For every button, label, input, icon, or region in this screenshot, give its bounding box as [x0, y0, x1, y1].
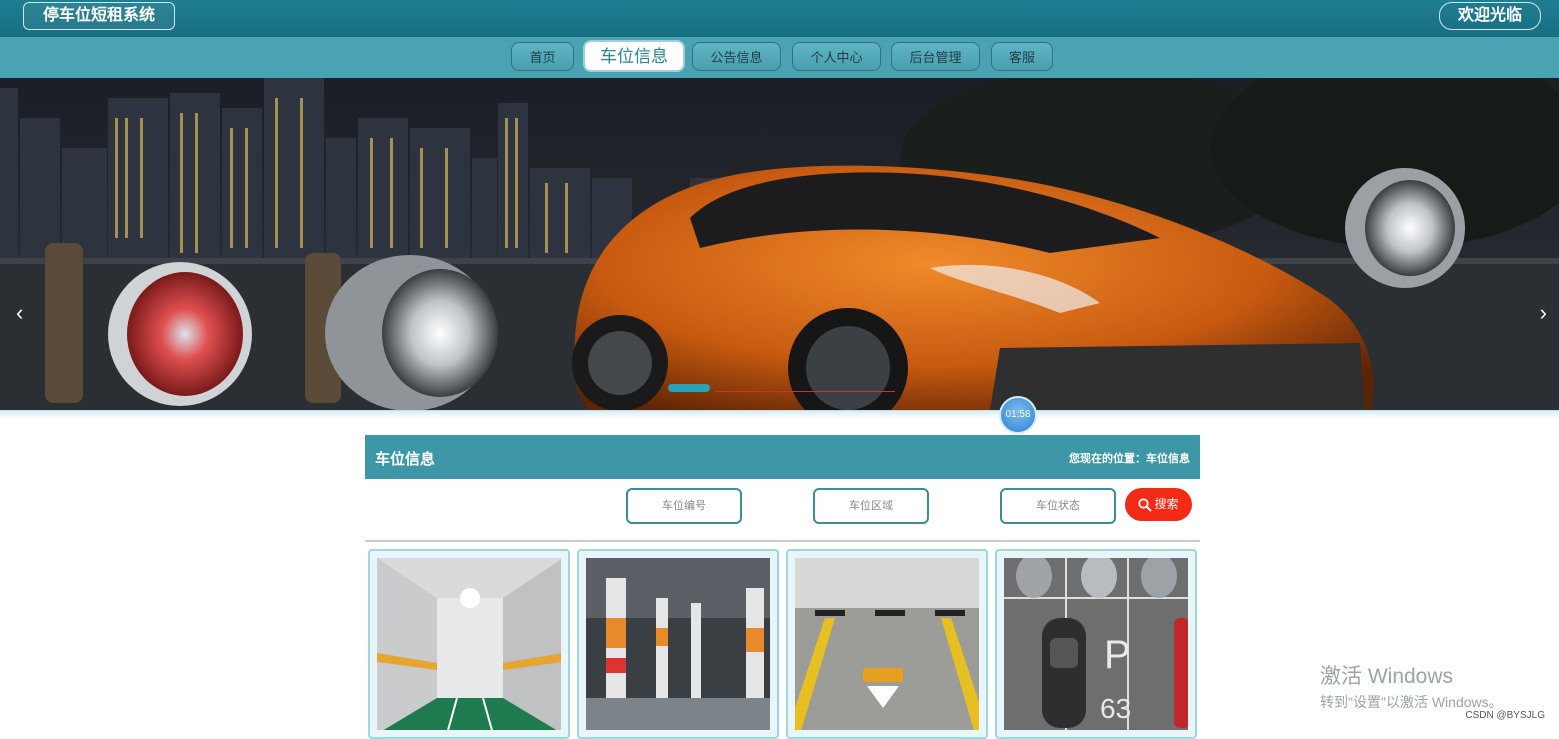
banner-image [0, 78, 1559, 410]
parking-lot-aerial-photo: P 63 [1004, 558, 1188, 730]
breadcrumb: 您现在的位置：车位信息 [1069, 453, 1190, 465]
timer-badge: 01:58 [999, 396, 1037, 434]
parking-card[interactable]: P 63 [995, 549, 1197, 739]
parking-corridor-photo [377, 558, 561, 730]
parking-garage-photo [586, 558, 770, 730]
area-input[interactable]: 车位区域 [813, 488, 929, 524]
banner-carousel[interactable]: ‹ › [0, 78, 1559, 410]
content-divider [365, 540, 1200, 542]
nav-customer-service[interactable]: 客服 [991, 42, 1053, 71]
svg-text:63: 63 [1100, 693, 1131, 724]
windows-activation-watermark: 激活 Windows 转到"设置"以激活 Windows。 [1320, 660, 1503, 712]
search-button-label: 搜索 [1154, 497, 1179, 511]
top-bar: 停车位短租系统 欢迎光临 [0, 0, 1559, 37]
nav-parking-info[interactable]: 车位信息 [583, 40, 685, 72]
banner-divider [0, 410, 1559, 419]
parking-card[interactable] [786, 549, 988, 739]
nav-admin[interactable]: 后台管理 [891, 42, 980, 71]
carousel-next-icon[interactable]: › [1540, 302, 1547, 324]
site-title[interactable]: 停车位短租系统 [23, 2, 175, 30]
csdn-credit: CSDN @BYSJLG [1465, 710, 1545, 721]
status-input[interactable]: 车位状态 [1000, 488, 1116, 524]
welcome-badge: 欢迎光临 [1439, 2, 1541, 30]
nav-home[interactable]: 首页 [511, 42, 574, 71]
carousel-prev-icon[interactable]: ‹ [16, 302, 23, 324]
watermark-title: 激活 Windows [1320, 665, 1454, 688]
nav-personal-center[interactable]: 个人中心 [792, 42, 881, 71]
svg-text:P: P [1104, 633, 1131, 677]
parking-bay-photo [795, 558, 979, 730]
watermark-subtitle: 转到"设置"以激活 Windows。 [1320, 694, 1503, 710]
section-header: 车位信息 您现在的位置：车位信息 [365, 435, 1200, 479]
main-nav: 首页 车位信息 公告信息 个人中心 后台管理 客服 [0, 37, 1559, 78]
search-icon [1138, 498, 1153, 512]
spot-number-input[interactable]: 车位编号 [626, 488, 742, 524]
nav-announcements[interactable]: 公告信息 [692, 42, 781, 71]
parking-card[interactable] [368, 549, 570, 739]
section-title: 车位信息 [375, 451, 436, 468]
search-button[interactable]: 搜索 [1125, 488, 1192, 521]
parking-card[interactable] [577, 549, 779, 739]
